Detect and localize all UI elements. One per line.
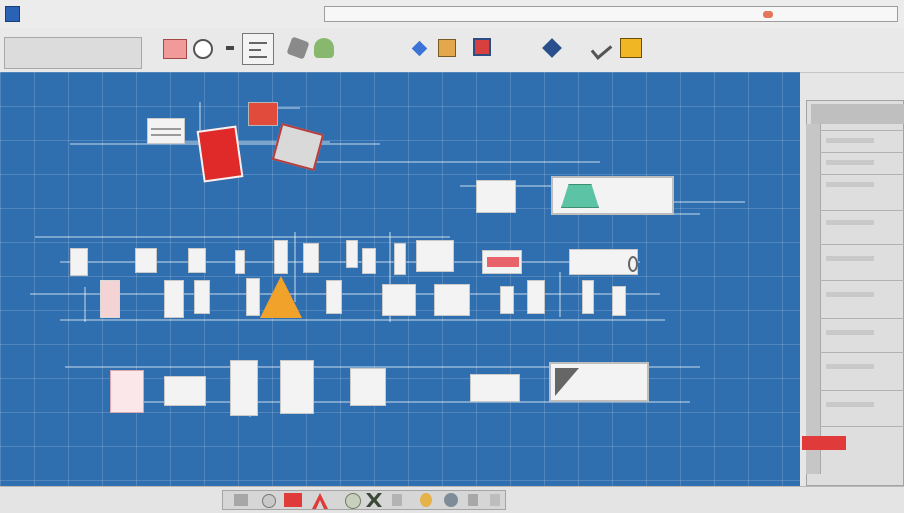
panel-divider — [820, 244, 904, 245]
panel-row[interactable] — [826, 256, 874, 261]
panel-divider — [820, 280, 904, 281]
panel-divider — [820, 152, 904, 153]
diagram-node[interactable] — [346, 240, 358, 268]
diagram-node[interactable] — [194, 280, 210, 314]
panel-divider — [820, 174, 904, 175]
pointer-icon[interactable] — [234, 494, 248, 506]
folder-icon[interactable] — [620, 38, 642, 58]
properties-index-column — [806, 124, 821, 474]
diagram-node[interactable] — [147, 118, 185, 144]
panel-row[interactable] — [826, 330, 874, 335]
red-3d-node[interactable] — [196, 125, 244, 183]
app-window-icon — [5, 6, 20, 22]
monitor-icon[interactable] — [473, 38, 491, 56]
package-icon[interactable] — [438, 39, 456, 57]
diagram-node[interactable] — [482, 250, 522, 274]
diagram-node[interactable] — [164, 376, 206, 406]
bulb-icon[interactable] — [420, 493, 432, 507]
red-flag-icon[interactable] — [284, 493, 302, 507]
arrow-icon[interactable] — [226, 46, 234, 50]
panel-divider — [820, 426, 904, 427]
diagram-node[interactable] — [569, 249, 638, 275]
diagram-node[interactable] — [382, 284, 416, 316]
connector-lines — [30, 102, 745, 417]
diagram-node[interactable] — [394, 243, 406, 275]
globe-icon[interactable] — [444, 493, 458, 507]
diagram-node[interactable] — [470, 374, 520, 402]
panel-row[interactable] — [826, 402, 874, 407]
close-icon[interactable] — [763, 11, 773, 18]
shape-rectangle-icon[interactable] — [163, 39, 187, 59]
diagram-node[interactable] — [70, 248, 88, 276]
diagram-node[interactable] — [235, 250, 245, 274]
settings-icon[interactable] — [490, 494, 500, 506]
diagram-node[interactable] — [274, 240, 288, 274]
panel-divider — [820, 352, 904, 353]
panel-row[interactable] — [826, 182, 874, 187]
diagram-icon[interactable] — [242, 33, 274, 65]
diagram-node[interactable] — [188, 248, 206, 273]
tree-icon[interactable] — [314, 38, 334, 58]
diagram-card[interactable] — [551, 176, 674, 215]
diagram-node[interactable] — [612, 286, 626, 316]
chart-icon — [561, 184, 599, 208]
diagram-node[interactable] — [416, 240, 454, 272]
diagram-node[interactable] — [303, 243, 319, 273]
doc-icon[interactable] — [392, 494, 402, 506]
panel-row[interactable] — [826, 138, 874, 143]
diagram-node[interactable] — [326, 280, 342, 314]
panel-row[interactable] — [826, 220, 874, 225]
diagram-node[interactable] — [500, 286, 514, 314]
properties-header — [811, 104, 904, 124]
diagram-node[interactable] — [246, 278, 260, 316]
pink-card-node[interactable] — [110, 370, 144, 413]
shape-circle-icon[interactable] — [193, 39, 213, 59]
title-field[interactable] — [324, 6, 898, 22]
panel-divider — [820, 210, 904, 211]
panel-divider — [820, 390, 904, 391]
diagram-node[interactable] — [135, 248, 157, 273]
diagram-node[interactable] — [582, 280, 594, 314]
toolbar-logo-panel[interactable] — [4, 37, 142, 69]
diagram-node[interactable] — [476, 180, 516, 213]
panel-divider — [820, 318, 904, 319]
panel-row[interactable] — [826, 292, 874, 297]
diagram-node[interactable] — [434, 284, 470, 316]
panel-row[interactable] — [826, 364, 874, 369]
diagram-node[interactable] — [100, 280, 120, 318]
circle-icon[interactable] — [262, 494, 276, 508]
diagram-node[interactable] — [230, 360, 258, 416]
page-icon[interactable] — [468, 494, 478, 506]
diagram-node[interactable] — [164, 280, 184, 318]
diagram-node[interactable] — [527, 280, 545, 314]
leaf-icon[interactable] — [345, 493, 361, 509]
diagram-node[interactable] — [362, 248, 376, 274]
diagram-node[interactable] — [350, 368, 386, 406]
error-highlight[interactable] — [802, 436, 846, 450]
panel-divider — [820, 130, 904, 131]
diagram-node[interactable] — [280, 360, 314, 414]
panel-row[interactable] — [826, 160, 874, 165]
diagram-node[interactable] — [248, 102, 278, 126]
diagram-card[interactable] — [549, 362, 649, 402]
